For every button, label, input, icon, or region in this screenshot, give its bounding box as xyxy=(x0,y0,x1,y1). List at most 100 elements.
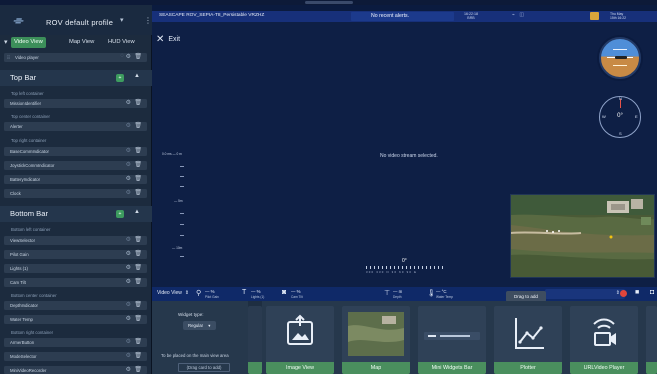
gear-icon[interactable]: ⚙ xyxy=(126,99,131,106)
trash-icon[interactable]: 🗑 xyxy=(134,366,142,373)
trash-icon[interactable]: 🗑 xyxy=(134,189,142,196)
widget-label: ModeSelector xyxy=(10,353,37,359)
widget-card-map[interactable]: Map xyxy=(342,306,410,374)
video-camera-icon[interactable]: ■ xyxy=(635,289,639,296)
gear-icon[interactable]: ⚙ xyxy=(126,352,131,359)
trash-icon[interactable]: 🗑 xyxy=(134,278,142,285)
widget-row[interactable]: JoystickCommIndicator ⚙ 🗑 xyxy=(4,161,147,170)
gear-icon[interactable]: ⚙ xyxy=(126,147,131,154)
attitude-indicator xyxy=(599,37,641,79)
chevron-down-icon[interactable]: ▾ xyxy=(120,16,124,24)
tab-hud-view[interactable]: HUD View xyxy=(105,37,138,48)
chevron-up-icon[interactable]: ▲ xyxy=(134,73,140,79)
widget-name: Lights (1) xyxy=(251,295,265,299)
widget-name: Pilot Gain xyxy=(205,295,219,299)
widget-card-partial[interactable] xyxy=(248,306,262,374)
gear-icon[interactable]: ⚙ xyxy=(126,175,131,182)
widget-row[interactable]: ArmerButton ⚙ 🗑 xyxy=(4,338,147,347)
trash-icon[interactable]: 🗑 xyxy=(134,147,142,154)
widget-palette: Widget type: Regular ▾ To be placed on t… xyxy=(152,301,657,374)
widget-label: Water Temp xyxy=(10,316,33,322)
tab-map-view[interactable]: Map View xyxy=(66,37,97,48)
widget-row[interactable]: Pilot Gain ⚙ 🗑 xyxy=(4,250,147,259)
widget-card-url-video-player[interactable]: URLVideo Player xyxy=(570,306,638,374)
widget-type-select[interactable]: Regular ▾ xyxy=(183,321,216,330)
video-area[interactable]: ✕ Exit No video stream selected. N E W S … xyxy=(152,22,657,287)
widget-row[interactable]: Clock ⚙ 🗑 xyxy=(4,189,147,198)
section-top-bar[interactable]: Top Bar + ▲ xyxy=(0,70,152,86)
widget-row[interactable]: BaseCommIndicator ⚙ 🗑 xyxy=(4,147,147,156)
alerter[interactable]: No recent alerts. xyxy=(351,12,454,21)
gear-icon[interactable]: ⚙ xyxy=(126,315,131,322)
trash-icon[interactable]: 🗑 xyxy=(134,250,142,257)
gear-icon[interactable]: ⚙ xyxy=(126,189,131,196)
widget-row[interactable]: Water Temp ⚙ 🗑 xyxy=(4,315,147,324)
depth-tick xyxy=(180,224,184,225)
trash-icon[interactable]: 🗑 xyxy=(134,122,142,129)
profile-name[interactable]: ROV default profile xyxy=(46,18,113,27)
chevron-up-icon[interactable]: ▲ xyxy=(134,209,140,215)
widget-row[interactable]: Cam Tilt ⚙ 🗑 xyxy=(4,278,147,287)
trash-icon[interactable]: 🗑 xyxy=(134,352,142,359)
widget-row[interactable]: MiniVideoRecorder ⚙ 🗑 xyxy=(4,366,147,374)
chevron-down-icon[interactable]: ▾ xyxy=(4,38,8,46)
trash-icon[interactable]: 🗑 xyxy=(134,264,142,271)
mode-selector[interactable]: ⇕ xyxy=(545,289,625,299)
view-selector[interactable]: Video View ⇕ xyxy=(157,290,189,296)
add-widget-button[interactable]: + xyxy=(116,210,124,218)
gear-icon[interactable]: ⚙ xyxy=(126,250,131,257)
widget-row[interactable]: BatteryIndicator ⚙ 🗑 xyxy=(4,175,147,184)
trash-icon[interactable]: 🗑 xyxy=(134,175,142,182)
widget-card-mini-widgets-bar[interactable]: Mini Widgets Bar xyxy=(418,306,486,374)
chart-icon xyxy=(494,306,562,362)
top-handle[interactable] xyxy=(305,1,353,4)
gear-icon[interactable]: ⚙ xyxy=(126,122,131,129)
trash-icon[interactable]: 🗑 xyxy=(134,315,142,322)
widget-card-image-view[interactable]: Image View xyxy=(266,306,334,374)
trash-icon[interactable]: 🗑 xyxy=(134,301,142,308)
gear-icon[interactable]: ⚙ xyxy=(126,53,131,60)
mission-identifier[interactable]: SEASCAPE ROV_SEPIA-T8_Persistable VRZHZ xyxy=(159,13,264,18)
compass-heading: 0° xyxy=(617,113,623,119)
trash-icon[interactable]: 🗑 xyxy=(134,338,142,345)
satellite-map[interactable] xyxy=(510,194,655,278)
trash-icon[interactable]: 🗑 xyxy=(134,53,142,60)
joystick-icon: ⌁ xyxy=(512,12,516,18)
gear-icon[interactable]: ⚙ xyxy=(126,236,131,243)
widget-row[interactable]: MissionIdentifier ⚙ 🗑 xyxy=(4,99,147,108)
hide-icon[interactable]: ◌ xyxy=(120,53,124,59)
section-title: Top Bar xyxy=(10,73,37,82)
gear-icon[interactable]: ⚙ xyxy=(126,278,131,285)
widget-row[interactable]: ModeSelector ⚙ 🗑 xyxy=(4,352,147,361)
gear-icon[interactable]: ⚙ xyxy=(126,161,131,168)
trash-icon[interactable]: 🗑 xyxy=(134,99,142,106)
widget-card-partial[interactable] xyxy=(646,306,657,374)
widget-row[interactable]: Alerter ⚙ 🗑 xyxy=(4,122,147,131)
person-icon: ⚲ xyxy=(196,290,202,297)
widget-row[interactable]: DepthIndicator ⚙ 🗑 xyxy=(4,301,147,310)
depth-tick xyxy=(180,256,184,257)
placement-note: To be placed on the main view area xyxy=(161,353,229,358)
widget-card-plotter[interactable]: Plotter xyxy=(494,306,562,374)
gear-icon[interactable]: ⚙ xyxy=(126,301,131,308)
widget-row[interactable]: ViewSelector ⚙ 🗑 xyxy=(4,236,147,245)
widget-row[interactable]: Lights (1) ⚙ 🗑 xyxy=(4,264,147,273)
record-button[interactable] xyxy=(620,290,627,297)
drag-handle-icon[interactable]: ⠿ xyxy=(7,55,10,61)
widget-row-video-player[interactable]: Video player ⠿ ◌ ⚙ 🗑 xyxy=(4,53,147,62)
gear-icon[interactable]: ⚙ xyxy=(126,366,131,373)
exit-button[interactable]: ✕ Exit xyxy=(156,34,180,45)
section-bottom-bar[interactable]: Bottom Bar + ▲ xyxy=(0,206,152,222)
trash-icon[interactable]: 🗑 xyxy=(134,236,142,243)
widget-label: Clock xyxy=(10,190,21,196)
add-widget-button[interactable]: + xyxy=(116,74,124,82)
kebab-menu-icon[interactable]: ⋮ xyxy=(144,16,152,25)
widget-label: JoystickCommIndicator xyxy=(10,162,55,168)
widget-label: ViewSelector xyxy=(10,237,35,243)
more-icon[interactable]: ◘ xyxy=(650,289,654,296)
tab-video-view[interactable]: Video View xyxy=(11,37,46,48)
gear-icon[interactable]: ⚙ xyxy=(126,264,131,271)
trash-icon[interactable]: 🗑 xyxy=(134,161,142,168)
section-title: Bottom Bar xyxy=(10,209,48,218)
gear-icon[interactable]: ⚙ xyxy=(126,338,131,345)
